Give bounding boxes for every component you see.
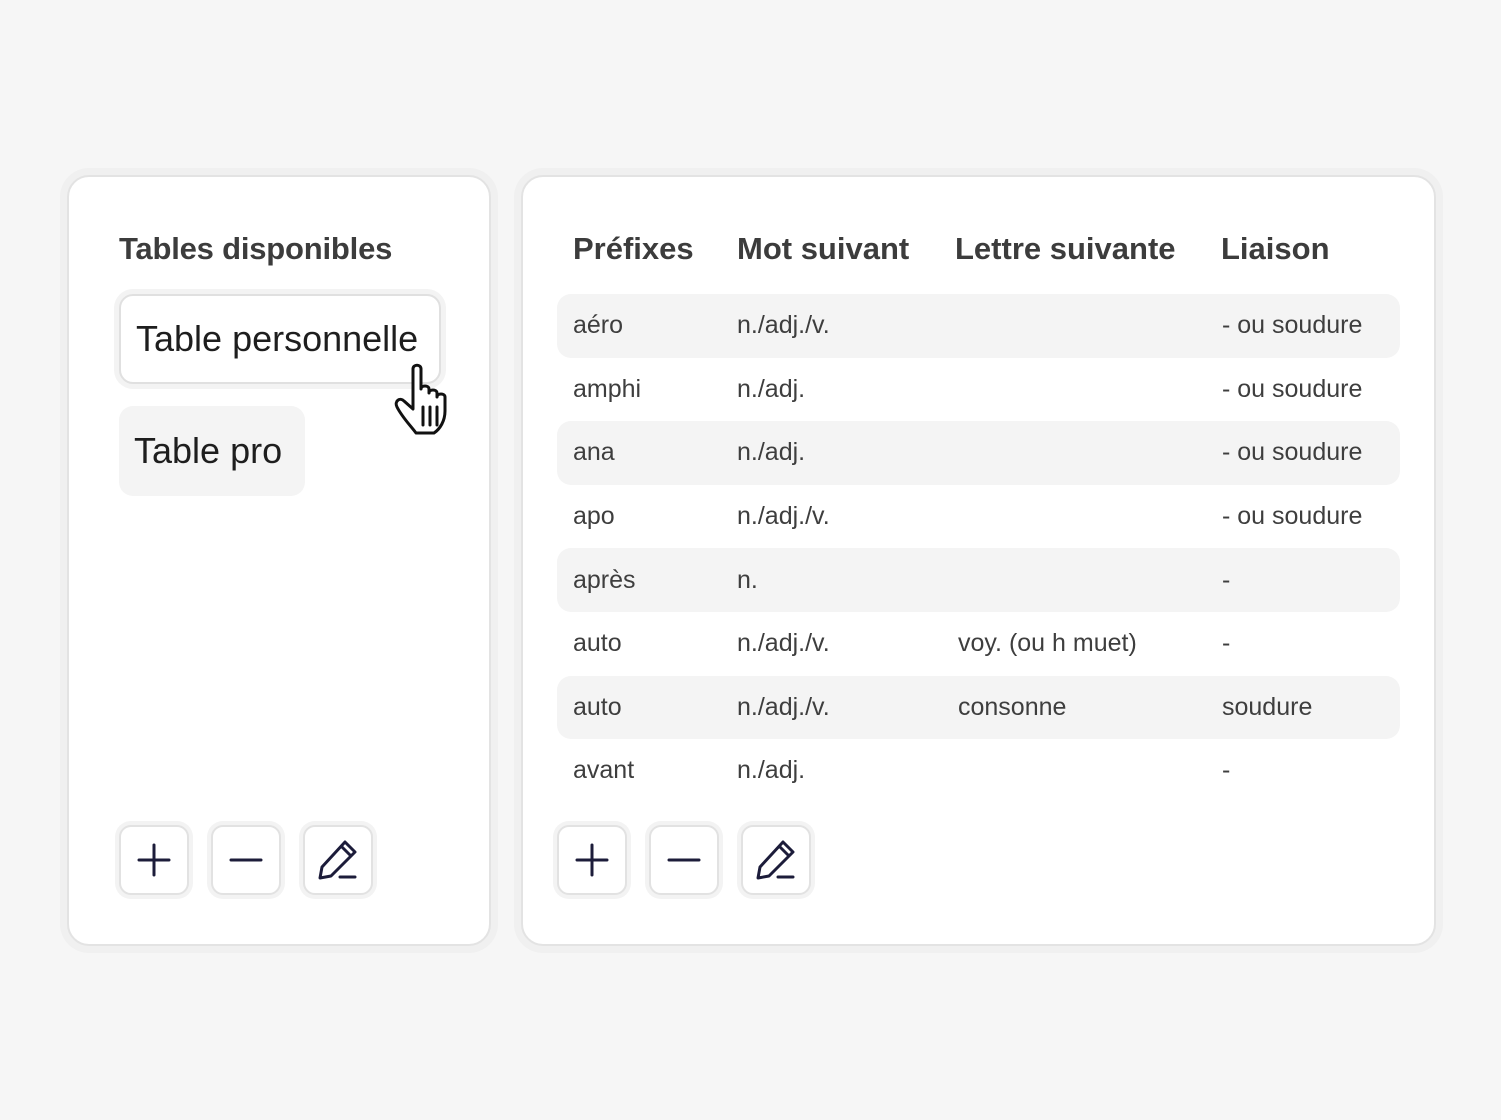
rows-toolbar	[557, 825, 811, 895]
add-row-button[interactable]	[557, 825, 627, 895]
table-item-pro[interactable]: Table pro	[119, 406, 305, 496]
cell-next-word: n./adj.	[737, 438, 806, 467]
remove-row-button[interactable]	[649, 825, 719, 895]
header-mot-suivant: Mot suivant	[737, 231, 910, 266]
prefixes-table-body: aéro n./adj./v. - ou soudure amphi n./ad…	[557, 294, 1400, 803]
cell-next-word: n./adj./v.	[737, 311, 830, 340]
add-table-button[interactable]	[119, 825, 189, 895]
table-item-label: Table personnelle	[136, 318, 419, 359]
tables-toolbar	[119, 825, 373, 895]
cell-prefix: amphi	[573, 374, 642, 403]
cell-liaison: - ou soudure	[1222, 438, 1363, 467]
header-prefixes: Préfixes	[573, 231, 694, 266]
header-liaison: Liaison	[1221, 231, 1330, 266]
header-lettre-suivante: Lettre suivante	[955, 231, 1176, 266]
cell-liaison: soudure	[1222, 692, 1313, 721]
cell-prefix: après	[573, 565, 636, 594]
cell-liaison: - ou soudure	[1222, 502, 1363, 531]
cell-liaison: -	[1222, 756, 1231, 785]
cell-next-word: n./adj./v.	[737, 502, 830, 531]
cell-prefix: apo	[573, 502, 615, 531]
minus-icon	[667, 858, 701, 862]
cell-liaison: -	[1222, 565, 1231, 594]
cell-prefix: avant	[573, 756, 635, 785]
cell-liaison: -	[1222, 629, 1231, 658]
table-row[interactable]: ana n./adj. - ou soudure	[557, 421, 1400, 485]
cell-next-word: n./adj.	[737, 756, 806, 785]
tables-title: Tables disponibles	[119, 231, 393, 266]
table-row[interactable]: aéro n./adj./v. - ou soudure	[557, 294, 1400, 358]
plus-icon	[575, 843, 609, 877]
table-row[interactable]: amphi n./adj. - ou soudure	[557, 358, 1400, 422]
edit-row-button[interactable]	[741, 825, 811, 895]
tables-panel: Tables disponibles Table personnelle Tab…	[67, 175, 491, 946]
pencil-icon	[756, 840, 795, 880]
cell-next-word: n./adj.	[737, 374, 806, 403]
cell-liaison: - ou soudure	[1222, 311, 1363, 340]
cell-liaison: - ou soudure	[1222, 374, 1363, 403]
cell-next-letter: consonne	[958, 692, 1067, 721]
table-row[interactable]: apo n./adj./v. - ou soudure	[557, 485, 1400, 549]
prefixes-panel: Préfixes Mot suivant Lettre suivante Lia…	[521, 175, 1436, 946]
cell-prefix: auto	[573, 629, 622, 658]
minus-icon	[229, 858, 263, 862]
cell-next-letter: voy. (ou h muet)	[958, 629, 1137, 658]
hand-cursor-icon	[394, 363, 447, 435]
cell-next-word: n./adj./v.	[737, 629, 830, 658]
cell-next-word: n.	[737, 565, 758, 594]
pencil-icon	[318, 840, 357, 880]
table-row[interactable]: avant n./adj. -	[557, 739, 1400, 803]
table-item-label: Table pro	[134, 430, 283, 471]
plus-icon	[137, 843, 171, 877]
cell-prefix: aéro	[573, 311, 624, 340]
table-row[interactable]: auto n./adj./v. voy. (ou h muet) -	[557, 612, 1400, 676]
cell-prefix: auto	[573, 692, 622, 721]
table-row[interactable]: après n. -	[557, 548, 1400, 612]
remove-table-button[interactable]	[211, 825, 281, 895]
cell-prefix: ana	[573, 438, 615, 467]
cell-next-word: n./adj./v.	[737, 692, 830, 721]
edit-table-button[interactable]	[303, 825, 373, 895]
table-row[interactable]: auto n./adj./v. consonne soudure	[557, 675, 1400, 740]
